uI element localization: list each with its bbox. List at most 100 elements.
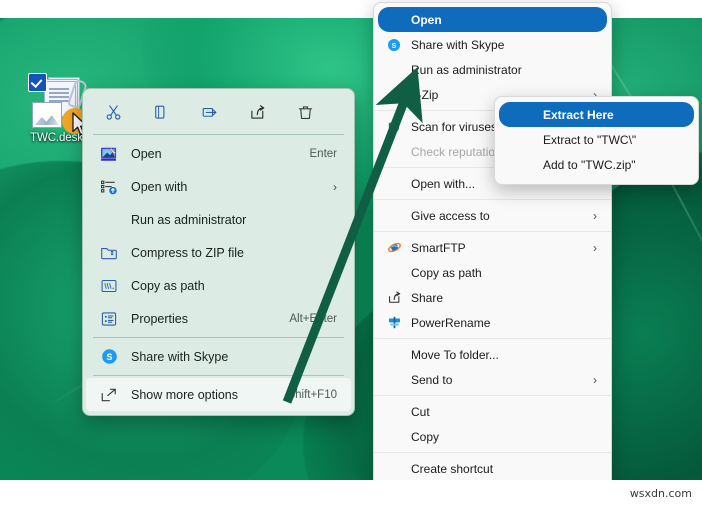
win11-context-menu[interactable]: Open Enter Open with › Run as administra… <box>82 88 355 416</box>
classic-menu-label: Create shortcut <box>411 461 494 476</box>
win11-menu-divider-1 <box>93 134 344 135</box>
win11-menu-accel: Shift+F10 <box>287 388 337 401</box>
chevron-right-icon: › <box>593 372 597 387</box>
classic-menu-label: Send to <box>411 372 453 387</box>
blank-icon <box>384 86 404 104</box>
blank-icon <box>384 428 404 446</box>
copy-as-path-icon <box>98 276 120 296</box>
win11-menu-item-show-more-options[interactable]: Show more options Shift+F10 <box>86 378 351 411</box>
share-icon[interactable] <box>235 96 279 128</box>
classic-menu-label: Scan for viruses <box>411 119 498 134</box>
win11-menu-accel: Enter <box>309 147 338 160</box>
selected-checkbox-icon[interactable] <box>28 73 47 92</box>
win11-context-menu-toolbar[interactable] <box>83 92 354 132</box>
win11-menu-item-compress-to-zip[interactable]: Compress to ZIP file <box>86 236 351 269</box>
sevenzip-submenu-label: Extract to "TWC\" <box>543 132 637 147</box>
classic-menu-label: SmartFTP <box>411 240 466 255</box>
watermark-text: wsxdn.com <box>629 487 692 500</box>
classic-menu-label: Share <box>411 290 444 305</box>
rename-icon[interactable] <box>187 96 231 128</box>
smartftp-icon <box>384 239 404 257</box>
win11-menu-divider-2 <box>93 337 344 338</box>
classic-menu-item-run-as-administrator[interactable]: Run as administrator <box>378 57 607 82</box>
copy-icon[interactable] <box>139 96 183 128</box>
classic-menu-divider-5 <box>374 338 611 339</box>
classic-menu-label: Open with... <box>411 176 476 191</box>
classic-menu-item-give-access-to[interactable]: Give access to › <box>378 203 607 228</box>
blank-icon <box>384 61 404 79</box>
sevenzip-submenu-item-add-to-zip[interactable]: Add to "TWC.zip" <box>499 152 694 177</box>
win11-menu-label: Share with Skype <box>131 349 229 364</box>
open-icon <box>98 144 120 164</box>
chevron-right-icon: › <box>333 179 337 194</box>
sevenzip-submenu-item-extract-here[interactable]: Extract Here <box>499 102 694 127</box>
classic-menu-label: Open <box>411 12 442 27</box>
classic-menu-item-cut[interactable]: Cut <box>378 399 607 424</box>
win11-menu-item-run-as-administrator[interactable]: Run as administrator <box>86 203 351 236</box>
win11-menu-label: Open with <box>131 179 188 194</box>
blank-icon <box>384 264 404 282</box>
classic-menu-item-create-shortcut[interactable]: Create shortcut <box>378 456 607 481</box>
zip-icon <box>98 243 120 263</box>
show-more-options-icon <box>98 385 120 405</box>
classic-menu-label: Copy <box>411 429 440 444</box>
classic-context-menu[interactable]: Open S Share with Skype Run as administr… <box>373 2 612 506</box>
win11-menu-divider-3 <box>93 375 344 376</box>
blank-icon <box>384 175 404 193</box>
win11-menu-label: Run as administrator <box>131 212 247 227</box>
classic-menu-divider-3 <box>374 199 611 200</box>
win11-menu-label: Show more options <box>131 387 239 402</box>
blank-icon <box>384 371 404 389</box>
cut-icon[interactable] <box>91 96 135 128</box>
classic-menu-divider-4 <box>374 231 611 232</box>
classic-menu-item-copy-as-path[interactable]: Copy as path <box>378 260 607 285</box>
sevenzip-submenu-item-extract-to-folder[interactable]: Extract to "TWC\" <box>499 127 694 152</box>
classic-menu-item-send-to[interactable]: Send to › <box>378 367 607 392</box>
win11-menu-item-copy-as-path[interactable]: Copy as path <box>86 269 351 302</box>
sevenzip-submenu-label: Add to "TWC.zip" <box>543 157 636 172</box>
classic-menu-divider-7 <box>374 452 611 453</box>
win11-menu-item-open-with[interactable]: Open with › <box>86 170 351 203</box>
delete-icon[interactable] <box>283 96 327 128</box>
win11-menu-accel: Alt+Enter <box>289 312 337 325</box>
classic-menu-item-copy[interactable]: Copy <box>378 424 607 449</box>
classic-menu-item-open[interactable]: Open <box>378 7 607 32</box>
blank-icon <box>384 11 404 29</box>
powerrename-icon <box>384 314 404 332</box>
win11-menu-label: Properties <box>131 311 188 326</box>
blank-icon <box>384 346 404 364</box>
properties-icon <box>98 309 120 329</box>
chevron-right-icon: › <box>593 208 597 223</box>
open-with-icon <box>98 177 120 197</box>
classic-menu-item-share-with-skype[interactable]: S Share with Skype <box>378 32 607 57</box>
classic-menu-item-smartftp[interactable]: SmartFTP › <box>378 235 607 260</box>
classic-menu-item-move-to-folder[interactable]: Move To folder... <box>378 342 607 367</box>
classic-menu-item-powerrename[interactable]: PowerRename <box>378 310 607 335</box>
blank-icon <box>384 460 404 478</box>
win11-menu-item-share-with-skype[interactable]: S Share with Skype <box>86 340 351 373</box>
desktop-screen: TWC.deskt Open Enter Open with › Run as … <box>0 0 702 506</box>
classic-menu-label: PowerRename <box>411 315 491 330</box>
win11-menu-item-properties[interactable]: Properties Alt+Enter <box>86 302 351 335</box>
antivirus-icon <box>384 118 404 136</box>
share-icon <box>384 289 404 307</box>
blank-icon <box>384 207 404 225</box>
classic-menu-label: 7-Zip <box>411 87 439 102</box>
svg-text:S: S <box>106 352 112 362</box>
classic-menu-label: Move To folder... <box>411 347 499 362</box>
classic-menu-label: Share with Skype <box>411 37 505 52</box>
chevron-right-icon: › <box>593 240 597 255</box>
blank-icon <box>384 143 404 161</box>
svg-text:S: S <box>392 42 397 49</box>
classic-menu-item-share[interactable]: Share <box>378 285 607 310</box>
sevenzip-submenu[interactable]: Extract Here Extract to "TWC\" Add to "T… <box>494 96 699 185</box>
win11-menu-item-open[interactable]: Open Enter <box>86 137 351 170</box>
photo-thumbnail-icon <box>32 102 62 128</box>
classic-menu-divider-6 <box>374 395 611 396</box>
blank-icon <box>384 403 404 421</box>
win11-menu-label: Copy as path <box>131 278 205 293</box>
classic-menu-label: Cut <box>411 404 430 419</box>
skype-icon: S <box>384 36 404 54</box>
classic-menu-label: Run as administrator <box>411 62 522 77</box>
classic-menu-label: Copy as path <box>411 265 482 280</box>
